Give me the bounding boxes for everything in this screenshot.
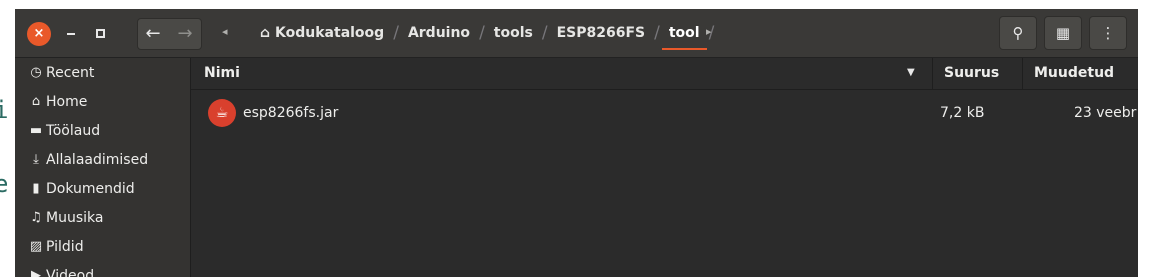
file-list-view: Nimi ▼ Suurus Muudetud ☕ esp8266fs.jar 7… bbox=[191, 58, 1138, 277]
breadcrumb-separator: / bbox=[393, 23, 399, 43]
menu-button[interactable]: ⋮ bbox=[1089, 16, 1127, 50]
sidebar-item-label: Dokumendid bbox=[46, 180, 135, 197]
sidebar-item-recent[interactable]: ◷ Recent bbox=[15, 58, 190, 87]
document-icon: ▮ bbox=[32, 181, 40, 196]
sidebar-item-downloads[interactable]: ⤓ Allalaadimised bbox=[15, 145, 190, 174]
column-header-modified[interactable]: Muudetud bbox=[1034, 65, 1114, 81]
sidebar-item-label: Muusika bbox=[46, 209, 104, 226]
maximize-button[interactable] bbox=[96, 29, 105, 38]
breadcrumb-item-esp8266fs[interactable]: ESP8266FS bbox=[550, 18, 653, 48]
sidebar-item-desktop[interactable]: ▬ Töölaud bbox=[15, 116, 190, 145]
sidebar-item-pictures[interactable]: ▨ Pildid bbox=[15, 232, 190, 261]
file-manager-window: × ← → ◂ ⌂ Kodukataloog / Arduino / tools … bbox=[15, 9, 1138, 277]
desktop-icon: ▬ bbox=[29, 123, 43, 138]
sidebar-item-home[interactable]: ⌂ Home bbox=[15, 87, 190, 116]
sidebar-item-label: Home bbox=[46, 93, 88, 110]
background-text-fragment: e bbox=[0, 170, 9, 198]
sidebar-item-label: Allalaadimised bbox=[46, 151, 149, 168]
column-header-size[interactable]: Suurus bbox=[944, 65, 999, 81]
breadcrumb-separator: / bbox=[541, 23, 548, 43]
headerbar: × ← → ◂ ⌂ Kodukataloog / Arduino / tools … bbox=[15, 9, 1138, 58]
column-header-row: Nimi ▼ Suurus Muudetud bbox=[191, 58, 1138, 90]
back-button[interactable]: ← bbox=[138, 22, 168, 46]
search-button[interactable]: ⚲ bbox=[999, 16, 1037, 50]
breadcrumb-item-tools[interactable]: tools bbox=[487, 18, 540, 48]
file-name: esp8266fs.jar bbox=[243, 105, 339, 121]
clock-icon: ◷ bbox=[30, 65, 42, 80]
file-size: 7,2 kB bbox=[940, 105, 985, 121]
breadcrumb-item-arduino[interactable]: Arduino bbox=[401, 18, 477, 48]
column-divider[interactable] bbox=[932, 58, 933, 89]
places-sidebar: ◷ Recent ⌂ Home ▬ Töölaud ⤓ Allalaadimised ▮… bbox=[15, 58, 191, 277]
breadcrumb-label: Kodukataloog bbox=[275, 25, 385, 41]
download-icon: ⤓ bbox=[33, 152, 39, 167]
music-icon: ♫ bbox=[30, 210, 42, 225]
breadcrumb-separator: / bbox=[654, 23, 660, 43]
breadcrumb-scroll-right-icon[interactable]: ▸ bbox=[706, 25, 712, 38]
sort-descending-icon[interactable]: ▼ bbox=[907, 67, 915, 78]
search-icon: ⚲ bbox=[1012, 24, 1024, 42]
video-icon: ▶ bbox=[31, 268, 41, 277]
breadcrumb-item-tool[interactable]: tool bbox=[661, 18, 707, 50]
forward-button[interactable]: → bbox=[170, 22, 200, 46]
grid-view-icon: ▦ bbox=[1055, 24, 1071, 42]
sidebar-item-label: Videod bbox=[46, 267, 95, 277]
breadcrumb: ⌂ Kodukataloog / Arduino / tools / ESP826… bbox=[253, 18, 716, 50]
sidebar-item-label: Recent bbox=[46, 64, 95, 81]
file-row[interactable]: ☕ esp8266fs.jar 7,2 kB 23 veebr bbox=[191, 99, 1138, 129]
file-modified-date: 23 veebr bbox=[1074, 105, 1137, 121]
view-mode-button[interactable]: ▦ bbox=[1044, 16, 1082, 50]
sidebar-item-videos[interactable]: ▶ Videod bbox=[15, 261, 190, 277]
picture-icon: ▨ bbox=[29, 239, 43, 254]
menu-icon: ⋮ bbox=[1100, 24, 1116, 42]
column-divider[interactable] bbox=[1022, 58, 1023, 89]
close-button[interactable]: × bbox=[27, 22, 51, 46]
sidebar-item-label: Pildid bbox=[46, 238, 84, 255]
minimize-button[interactable] bbox=[67, 33, 75, 35]
navigation-buttons: ← → bbox=[137, 18, 202, 50]
background-text-fragment: i bbox=[0, 96, 9, 124]
home-icon: ⌂ bbox=[260, 25, 271, 41]
sidebar-item-music[interactable]: ♫ Muusika bbox=[15, 203, 190, 232]
java-icon: ☕ bbox=[208, 99, 236, 127]
sidebar-item-label: Töölaud bbox=[46, 122, 101, 139]
breadcrumb-separator: / bbox=[479, 23, 485, 43]
breadcrumb-item-home[interactable]: ⌂ Kodukataloog bbox=[253, 18, 391, 48]
breadcrumb-scroll-left-icon[interactable]: ◂ bbox=[222, 25, 228, 38]
home-icon: ⌂ bbox=[31, 94, 41, 109]
sidebar-item-documents[interactable]: ▮ Dokumendid bbox=[15, 174, 190, 203]
column-header-name[interactable]: Nimi bbox=[204, 65, 240, 81]
